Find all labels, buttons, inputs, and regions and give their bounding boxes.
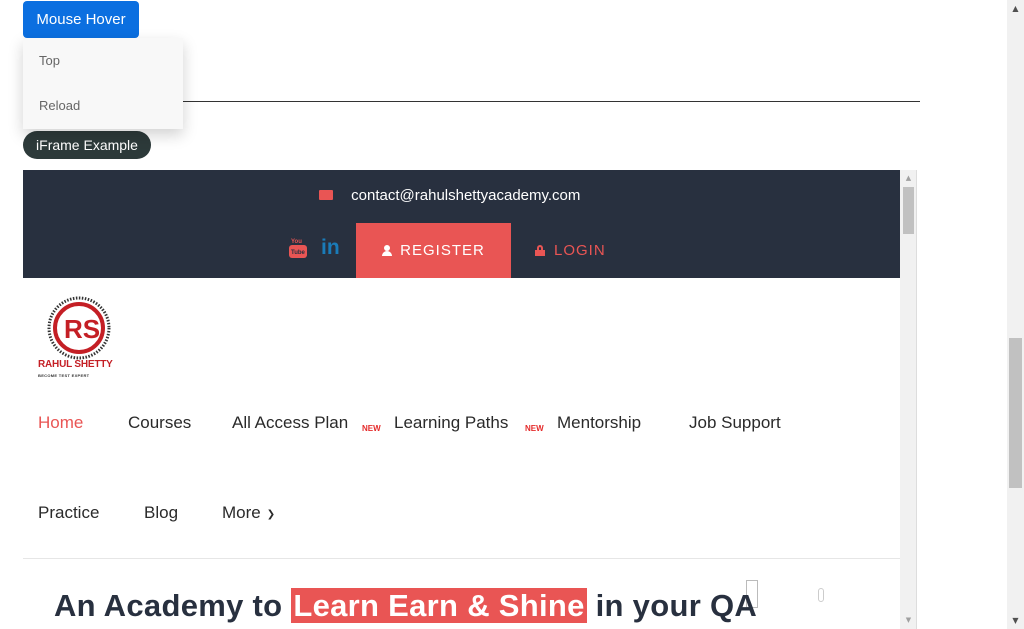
scroll-down-arrow-icon[interactable]: ▼ [900,612,916,629]
scroll-up-arrow-icon[interactable]: ▲ [900,170,916,187]
nav-home[interactable]: Home [38,413,83,433]
nav-blog[interactable]: Blog [144,503,178,523]
hero-illustration-part [818,588,824,602]
new-badge: NEW [362,424,381,433]
svg-text:Tube: Tube [291,250,306,256]
new-badge: NEW [525,424,544,433]
scroll-up-arrow-icon[interactable]: ▲ [1007,0,1024,17]
login-label: LOGIN [554,242,606,259]
nav-mentorship[interactable]: Mentorship [557,413,641,433]
menu-item-top[interactable]: Top [23,53,60,68]
nav-more-label: More [222,503,261,522]
nav-job-support[interactable]: Job Support [689,413,781,433]
courses-iframe[interactable]: contact@rahulshettyacademy.com You Tube … [23,170,917,629]
nav-practice[interactable]: Practice [38,503,99,523]
logo-tagline: BECOME TEST EXPERT [38,373,90,378]
nav-divider [23,558,900,559]
contact-email: contact@rahulshettyacademy.com [351,187,581,204]
menu-item-reload[interactable]: Reload [23,98,80,113]
iframe-scrollbar-thumb[interactable] [903,187,914,234]
register-label: REGISTER [400,242,485,259]
svg-text:You: You [291,239,302,245]
hero-prefix: An Academy to [54,588,292,623]
envelope-icon [319,190,333,200]
youtube-icon[interactable]: You Tube [288,237,308,259]
linkedin-icon[interactable]: in [321,236,340,260]
nav-courses[interactable]: Courses [128,413,191,433]
page-scrollbar-thumb[interactable] [1009,338,1022,488]
page-scrollbar[interactable]: ▲ ▼ [1007,0,1024,629]
iframe-example-heading: iFrame Example [23,131,151,159]
nav-all-access-plan[interactable]: All Access Plan [232,413,348,433]
hero-highlight: Learn Earn & Shine [291,588,587,623]
chevron-down-icon: ❯ [266,509,276,520]
hero-heading: An Academy to Learn Earn & Shine in your… [54,588,757,624]
scroll-down-arrow-icon[interactable]: ▼ [1007,612,1024,629]
iframe-scrollbar[interactable]: ▲ ▼ [900,170,916,629]
iframe-content: contact@rahulshettyacademy.com You Tube … [23,170,900,629]
hover-menu: Top Reload [23,38,183,129]
register-button[interactable]: REGISTER [356,223,511,278]
login-button[interactable]: LOGIN [535,223,645,278]
lock-icon [535,245,545,256]
mouse-hover-button[interactable]: Mouse Hover [23,1,139,38]
nav-learning-paths[interactable]: Learning Paths [394,413,508,433]
nav-more[interactable]: More ❯ [222,503,275,523]
page: Mouse Hover Top Reload iFrame Example co… [0,0,1024,629]
svg-text:RS: RS [64,314,100,344]
user-icon [382,245,393,256]
logo-title: RAHUL SHETTY [38,359,113,370]
contact-info[interactable]: contact@rahulshettyacademy.com [319,187,580,204]
site-topbar: contact@rahulshettyacademy.com You Tube … [23,170,900,278]
hero-suffix: in your QA [586,588,758,623]
